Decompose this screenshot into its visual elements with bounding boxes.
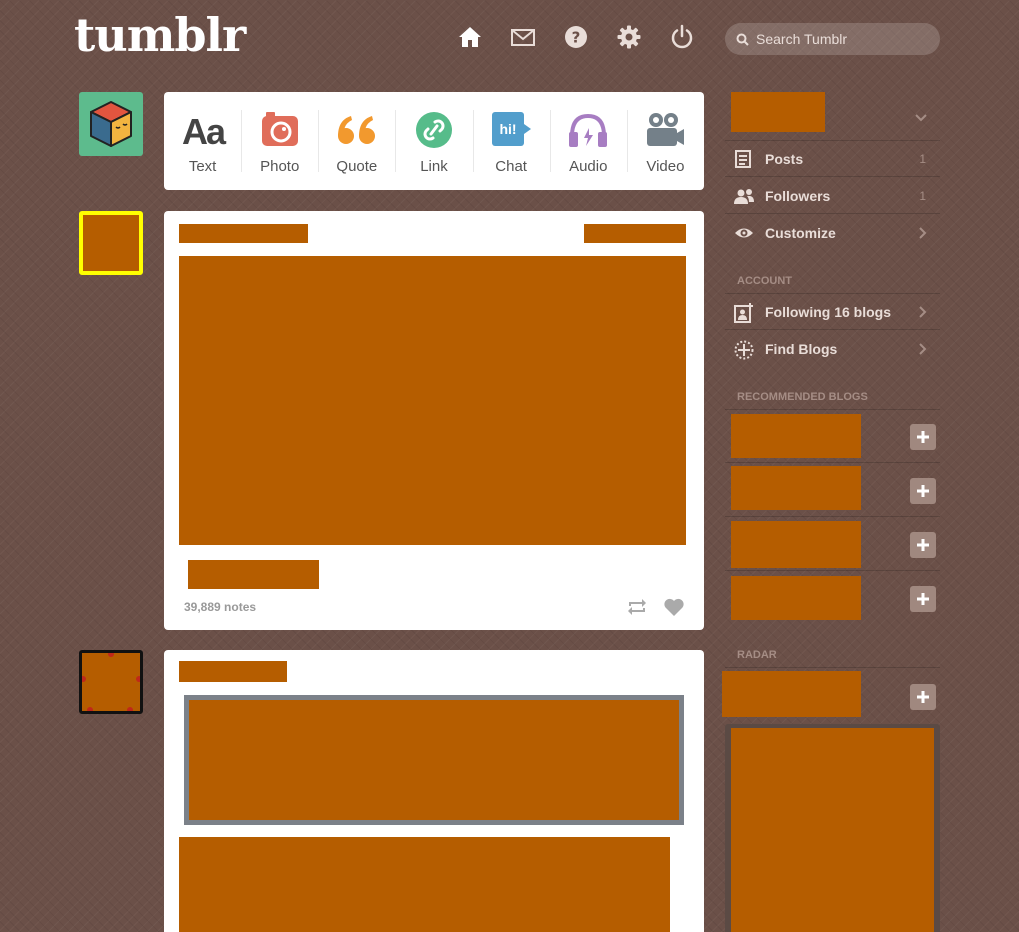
follow-button[interactable] — [910, 478, 936, 504]
post-author-name[interactable] — [179, 224, 308, 243]
post-author-avatar[interactable] — [79, 211, 143, 275]
plus-icon — [917, 593, 929, 605]
post-card-2 — [164, 650, 704, 932]
video-camera-icon — [647, 113, 685, 146]
post-compose-bar: Aa Text Photo Quote Link hi! Chat Audio … — [164, 92, 704, 190]
document-icon — [735, 150, 751, 168]
follow-button[interactable] — [910, 532, 936, 558]
recommended-blog-name[interactable] — [731, 521, 861, 568]
cube-avatar-icon — [90, 101, 132, 147]
post-notes-count[interactable]: 39,889 notes — [184, 600, 256, 614]
account-heading: ACCOUNT — [737, 275, 792, 287]
follow-button[interactable] — [910, 586, 936, 612]
chevron-right-icon — [919, 306, 927, 318]
sidebar-item-posts[interactable]: Posts 1 — [725, 140, 940, 177]
text-icon: Aa — [182, 111, 227, 150]
following-icon — [734, 303, 753, 323]
recommended-blog-name[interactable] — [731, 414, 861, 458]
link-icon — [415, 112, 452, 148]
post-caption — [188, 560, 319, 589]
post-card: 39,889 notes — [164, 211, 704, 630]
embedded-link-box[interactable] — [184, 695, 684, 825]
search-box[interactable] — [725, 23, 940, 55]
mail-icon[interactable] — [510, 24, 536, 50]
power-icon[interactable] — [669, 24, 695, 50]
compose-photo-button[interactable]: Photo — [241, 92, 318, 190]
plus-icon — [917, 431, 929, 443]
post-image-2[interactable] — [179, 837, 670, 932]
tumblr-logo[interactable]: tumblr — [74, 8, 246, 62]
chat-icon: hi! — [492, 112, 532, 146]
post-author-avatar-2[interactable] — [79, 650, 143, 714]
compose-video-button[interactable]: Video — [626, 92, 704, 190]
svg-text:hi!: hi! — [500, 121, 517, 137]
compose-chat-button[interactable]: hi! Chat — [472, 92, 550, 190]
post-image[interactable] — [179, 256, 686, 545]
compose-link-button[interactable]: Link — [395, 92, 472, 190]
compass-icon — [734, 340, 754, 360]
radar-blog-name[interactable] — [722, 671, 861, 717]
reblog-icon[interactable] — [626, 597, 648, 617]
sidebar-item-followers[interactable]: Followers 1 — [725, 177, 940, 214]
user-avatar[interactable] — [79, 92, 143, 156]
followers-icon — [734, 189, 754, 204]
plus-icon — [917, 539, 929, 551]
svg-text:Aa: Aa — [182, 111, 227, 150]
post-follow-link[interactable] — [584, 224, 686, 243]
svg-text:?: ? — [572, 29, 581, 47]
compose-audio-button[interactable]: Audio — [549, 92, 627, 190]
sidebar-item-customize[interactable]: Customize — [725, 214, 940, 251]
home-icon[interactable] — [457, 24, 483, 50]
radar-heading: RADAR — [737, 649, 777, 661]
sidebar-item-find-blogs[interactable]: Find Blogs — [725, 330, 940, 367]
help-icon[interactable]: ? — [563, 24, 589, 50]
recommended-blog-name[interactable] — [731, 576, 861, 620]
blog-title[interactable] — [731, 92, 825, 132]
follow-button[interactable] — [910, 684, 936, 710]
quote-icon — [337, 116, 375, 144]
plus-icon — [917, 691, 929, 703]
plus-icon — [917, 485, 929, 497]
radar-post-content[interactable] — [731, 728, 934, 932]
search-icon — [736, 33, 749, 46]
eye-icon — [735, 228, 753, 238]
sidebar-divider — [725, 667, 940, 668]
chevron-down-icon[interactable] — [915, 114, 927, 122]
post-author-name-2[interactable] — [179, 661, 287, 682]
camera-icon — [261, 112, 298, 146]
follow-button[interactable] — [910, 424, 936, 450]
gear-icon[interactable] — [616, 24, 642, 50]
avatar-decoration — [82, 653, 140, 711]
heart-icon[interactable] — [663, 597, 685, 617]
recommended-blog-name[interactable] — [731, 466, 861, 510]
chevron-right-icon — [919, 343, 927, 355]
headphones-icon — [569, 113, 608, 147]
recommended-blogs-heading: RECOMMENDED BLOGS — [737, 391, 868, 403]
compose-text-button[interactable]: Aa Text — [164, 92, 241, 190]
sidebar-item-following[interactable]: Following 16 blogs — [725, 293, 940, 330]
search-input[interactable] — [756, 23, 931, 55]
chevron-right-icon — [919, 227, 927, 239]
compose-quote-button[interactable]: Quote — [318, 92, 395, 190]
